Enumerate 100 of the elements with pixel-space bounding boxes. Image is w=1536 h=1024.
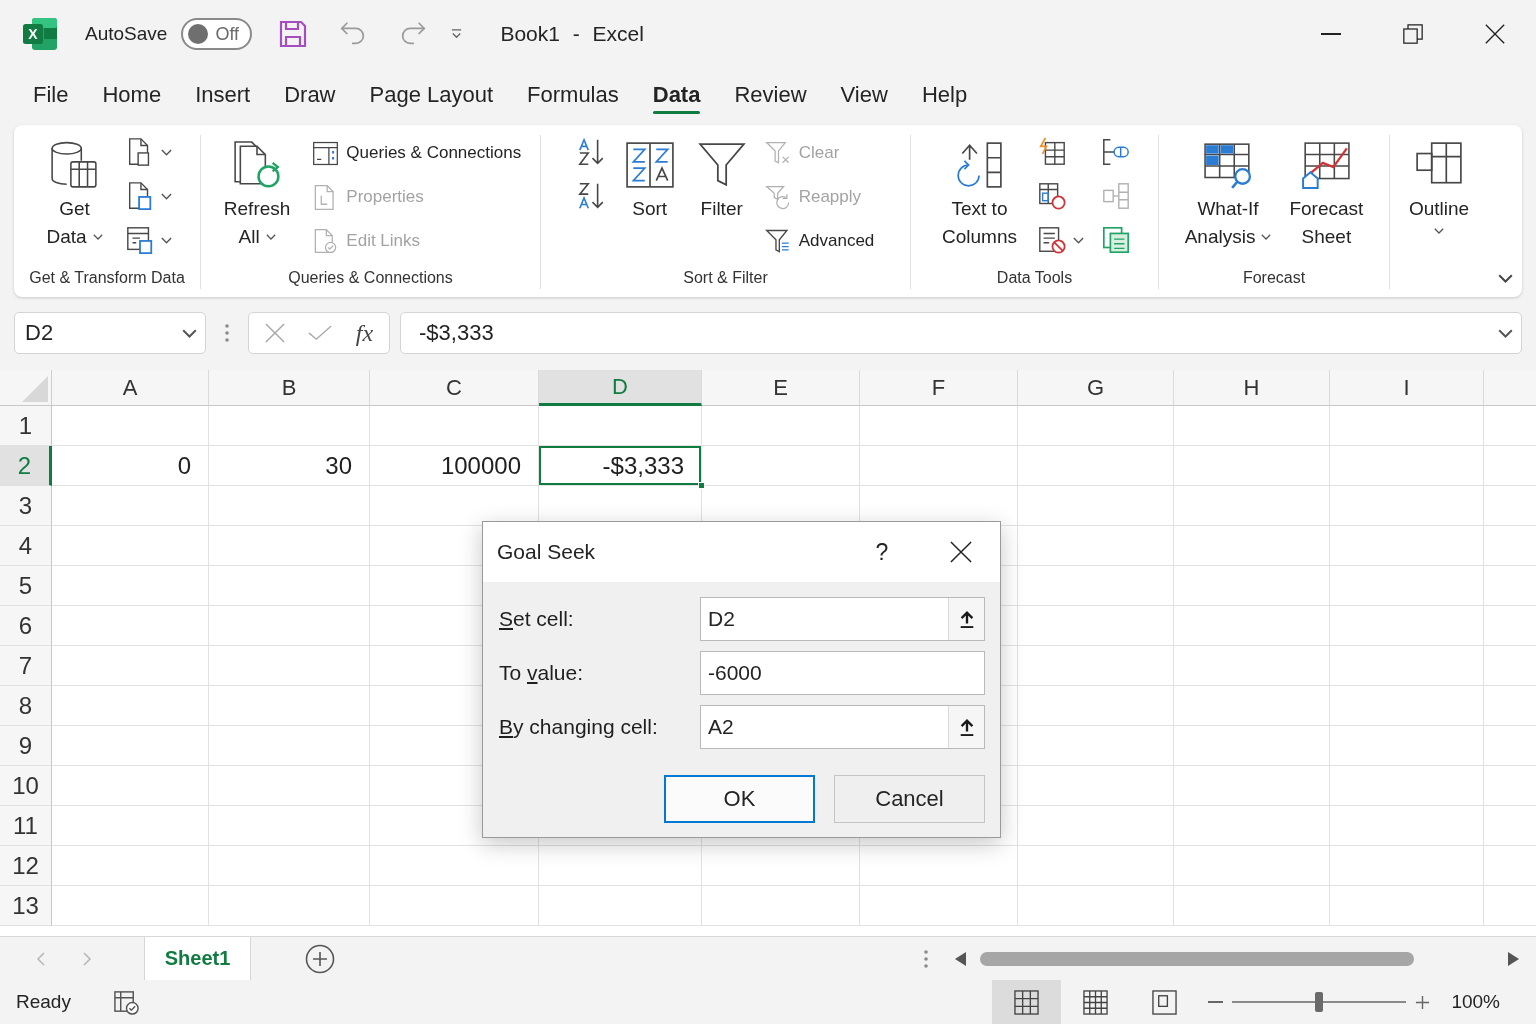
- data-validation-button[interactable]: [1037, 224, 1085, 256]
- table-cell[interactable]: [1330, 726, 1484, 766]
- refresh-all-button[interactable]: Refresh All: [219, 135, 295, 251]
- column-header[interactable]: G: [1018, 370, 1174, 406]
- cell-reference-button[interactable]: [948, 598, 984, 640]
- zoom-in-icon[interactable]: [1415, 994, 1431, 1010]
- chevron-down-icon[interactable]: [1498, 273, 1513, 283]
- table-cell[interactable]: [209, 686, 370, 726]
- table-cell[interactable]: [209, 566, 370, 606]
- table-cell[interactable]: [370, 406, 539, 446]
- add-sheet-icon[interactable]: [305, 943, 335, 974]
- table-cell[interactable]: [860, 886, 1018, 926]
- table-cell[interactable]: [702, 846, 860, 886]
- cell-reference-button[interactable]: [948, 706, 984, 748]
- table-cell[interactable]: [1174, 766, 1330, 806]
- table-cell[interactable]: [539, 406, 702, 446]
- column-header[interactable]: D: [539, 370, 702, 406]
- table-cell[interactable]: [209, 726, 370, 766]
- save-icon[interactable]: [279, 20, 308, 48]
- column-header[interactable]: I: [1330, 370, 1484, 406]
- input-field[interactable]: -6000: [700, 651, 985, 695]
- table-cell[interactable]: [52, 846, 209, 886]
- table-cell[interactable]: [539, 886, 702, 926]
- table-cell[interactable]: [52, 566, 209, 606]
- table-cell[interactable]: [52, 806, 209, 846]
- row-header[interactable]: 6: [0, 606, 52, 646]
- table-cell[interactable]: [1330, 886, 1484, 926]
- table-cell[interactable]: [370, 846, 539, 886]
- consolidate-button[interactable]: [1101, 224, 1131, 256]
- table-cell[interactable]: [1174, 446, 1330, 486]
- table-cell[interactable]: [1018, 886, 1174, 926]
- table-cell[interactable]: [1330, 606, 1484, 646]
- table-cell[interactable]: [1018, 566, 1174, 606]
- table-cell[interactable]: [1174, 886, 1330, 926]
- text-to-columns-button[interactable]: Text to Columns: [938, 135, 1021, 251]
- get-data-button[interactable]: Get Data: [42, 135, 107, 251]
- dialog-button[interactable]: OK: [664, 775, 815, 823]
- table-cell[interactable]: [1018, 686, 1174, 726]
- row-header[interactable]: 9: [0, 726, 52, 766]
- table-cell[interactable]: [1174, 566, 1330, 606]
- table-cell[interactable]: [1174, 846, 1330, 886]
- table-cell[interactable]: [1018, 526, 1174, 566]
- table-cell[interactable]: [539, 846, 702, 886]
- input-field[interactable]: D2: [700, 597, 985, 641]
- menu-tab[interactable]: Insert: [178, 68, 268, 122]
- menu-tab[interactable]: Data: [635, 68, 718, 122]
- menu-tab[interactable]: Home: [85, 68, 179, 122]
- scroll-right-icon[interactable]: [1506, 951, 1520, 966]
- chevron-right-icon[interactable]: [80, 951, 94, 966]
- cancel-icon[interactable]: [264, 323, 285, 343]
- table-cell[interactable]: [1018, 846, 1174, 886]
- table-cell[interactable]: [1174, 526, 1330, 566]
- row-header[interactable]: 12: [0, 846, 52, 886]
- fill-handle[interactable]: [698, 482, 705, 489]
- table-cell[interactable]: [52, 526, 209, 566]
- column-header[interactable]: F: [860, 370, 1018, 406]
- table-cell[interactable]: -$3,333: [539, 446, 702, 486]
- table-cell[interactable]: [860, 446, 1018, 486]
- scroll-left-icon[interactable]: [954, 951, 968, 966]
- row-header[interactable]: 4: [0, 526, 52, 566]
- column-header[interactable]: H: [1174, 370, 1330, 406]
- table-cell[interactable]: [1330, 686, 1484, 726]
- table-cell[interactable]: [1018, 446, 1174, 486]
- table-cell[interactable]: [1330, 566, 1484, 606]
- queries-button[interactable]: Queries & Connections: [312, 135, 522, 171]
- sheet-tab[interactable]: Sheet1: [144, 937, 251, 980]
- filter-button[interactable]: Filter: [692, 135, 751, 223]
- select-all-icon[interactable]: [22, 376, 48, 402]
- table-cell[interactable]: [52, 606, 209, 646]
- row-header[interactable]: 11: [0, 806, 52, 846]
- relationships-button[interactable]: [1101, 136, 1131, 168]
- menu-tab[interactable]: Page Layout: [352, 68, 511, 122]
- table-cell[interactable]: [702, 446, 860, 486]
- table-cell[interactable]: [52, 686, 209, 726]
- table-cell[interactable]: [1174, 606, 1330, 646]
- table-cell[interactable]: [1018, 606, 1174, 646]
- autosave-toggle[interactable]: Off: [181, 18, 253, 50]
- row-header[interactable]: 13: [0, 886, 52, 926]
- outline-button[interactable]: Outline: [1404, 135, 1474, 239]
- customize-toolbar-icon[interactable]: [450, 27, 464, 41]
- table-cell[interactable]: [1174, 806, 1330, 846]
- table-cell[interactable]: [1330, 806, 1484, 846]
- name-box[interactable]: D2: [14, 312, 206, 354]
- row-header[interactable]: 3: [0, 486, 52, 526]
- table-cell[interactable]: [209, 806, 370, 846]
- table-cell[interactable]: [1330, 646, 1484, 686]
- menu-tab[interactable]: Formulas: [510, 68, 636, 122]
- table-cell[interactable]: [1330, 486, 1484, 526]
- table-cell[interactable]: [52, 886, 209, 926]
- table-cell[interactable]: [1018, 726, 1174, 766]
- column-header[interactable]: A: [52, 370, 209, 406]
- menu-tab[interactable]: File: [16, 68, 86, 122]
- table-cell[interactable]: [209, 646, 370, 686]
- check-icon[interactable]: [308, 323, 333, 343]
- table-cell[interactable]: [209, 486, 370, 526]
- table-cell[interactable]: 0: [52, 446, 209, 486]
- table-cell[interactable]: [1018, 646, 1174, 686]
- row-header[interactable]: 1: [0, 406, 52, 446]
- table-cell[interactable]: [1330, 846, 1484, 886]
- table-cell[interactable]: [702, 886, 860, 926]
